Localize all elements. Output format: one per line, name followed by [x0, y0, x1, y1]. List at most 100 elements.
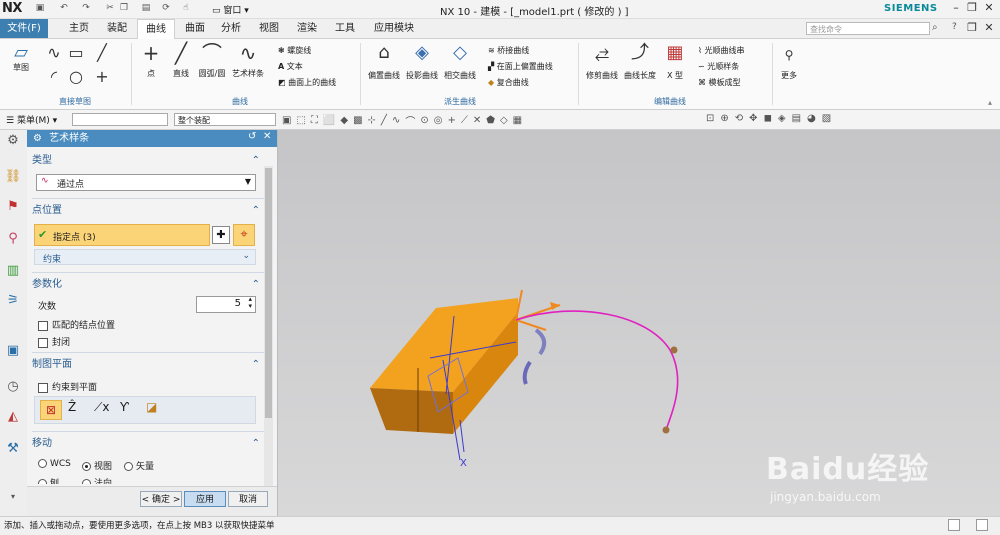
studio-spline-button[interactable]: ∿ 艺术样条 [230, 43, 266, 79]
snap-endpoint-icon[interactable]: ⊹ [368, 115, 376, 126]
arc-circle-button[interactable]: ⌒ 圆弧/圆 [196, 43, 228, 79]
move-normal-radio[interactable]: 法向 [82, 476, 112, 484]
face-icon[interactable]: ▩ [353, 115, 362, 126]
fit-view-icon[interactable]: ⊡ [706, 113, 714, 124]
filter-icon[interactable]: ▣ [282, 115, 291, 126]
bridge-curve-button[interactable]: ≋ 桥接曲线 [488, 45, 529, 56]
render-style-icon[interactable]: ◕ [807, 113, 816, 124]
doc-restore-icon[interactable]: ❐ [964, 21, 980, 35]
dialog-gear-icon[interactable]: ⚙ [33, 133, 42, 144]
smooth-spline-button[interactable]: ∽ 光顺样条 [698, 61, 739, 72]
curve-on-surface-button[interactable]: ◩ 曲面上的曲线 [278, 77, 336, 88]
more-button[interactable]: ⚲ 更多 [778, 46, 800, 81]
spline-point[interactable] [662, 426, 670, 434]
move-view-radio[interactable]: 视图 [82, 459, 112, 472]
project-curve-button[interactable]: ◈ 投影曲线 [404, 44, 440, 81]
type-section-header[interactable]: 类型 ⌃ [32, 153, 264, 169]
constraint-subsection[interactable]: 约束 ⌄ [34, 249, 256, 265]
undo-icon[interactable]: ↶ [58, 2, 70, 14]
offset-in-face-button[interactable]: ▞ 在面上偏置曲线 [488, 61, 553, 72]
tab-tools[interactable]: 工具 [332, 19, 358, 38]
tab-surface[interactable]: 曲面 [182, 19, 208, 38]
type-dropdown[interactable]: ∿ 通过点 ▼ [36, 174, 256, 191]
point-button[interactable]: + 点 [138, 43, 164, 79]
point-snap-button[interactable]: ⌖ [233, 224, 255, 246]
palette-icon[interactable]: ◭ [4, 408, 22, 426]
view-plane-button[interactable]: ⊠ [40, 400, 62, 420]
point-small-icon[interactable]: + [92, 68, 112, 86]
line-button[interactable]: ╱ 直线 [168, 43, 194, 79]
curve-length-button[interactable]: ⤴ 曲线长度 [622, 44, 658, 81]
help-icon[interactable]: ? [952, 22, 957, 32]
window-menu[interactable]: ▭ 窗口 ▾ [212, 3, 249, 16]
tab-assembly[interactable]: 装配 [104, 19, 130, 38]
match-knots-checkbox[interactable]: 匹配的结点位置 [38, 318, 115, 331]
dialog-reset-icon[interactable]: ↺ [248, 131, 256, 142]
move-vector-radio[interactable]: 矢量 [124, 459, 154, 472]
menu-button[interactable]: ☰ 菜单(M) ▾ [6, 113, 57, 126]
tab-application[interactable]: 应用模块 [368, 19, 420, 38]
template-shape-button[interactable]: ⌘ 模板成型 [698, 77, 741, 88]
snap-vertex-icon[interactable]: ◇ [500, 115, 508, 126]
snap-grid-icon[interactable]: ▦ [513, 115, 522, 126]
snap-curve-icon[interactable]: ∿ [392, 115, 400, 126]
rect-select-icon[interactable]: ⬜ [323, 115, 335, 126]
snap-center-icon[interactable]: ⊙ [420, 115, 428, 126]
xc-plane-button[interactable]: ⟋x [94, 400, 110, 415]
point-dialog-button[interactable]: ✚ [212, 226, 230, 244]
lasso-icon[interactable]: ⛶ [311, 115, 318, 126]
assembly-scope-combo[interactable]: 整个装配 [174, 113, 276, 126]
tab-analysis[interactable]: 分析 [218, 19, 244, 38]
repeat-command-icon[interactable]: ⟳ [160, 2, 172, 14]
web-browser-icon[interactable]: ⚞ [4, 292, 22, 310]
status-indicator[interactable] [948, 519, 960, 531]
tab-curve[interactable]: 曲线 [137, 19, 175, 39]
degree-spinner[interactable]: 5 ▴ ▾ [196, 296, 256, 313]
snap-line-icon[interactable]: ╱ [381, 115, 387, 126]
sketch-button[interactable]: ▱ 草图 [8, 44, 34, 73]
smooth-spline-chain-button[interactable]: ⌇ 光顺曲线串 [698, 45, 744, 56]
close-icon[interactable]: ✕ [981, 1, 997, 15]
trim-curve-button[interactable]: ⥄ 修剪曲线 [584, 44, 620, 81]
helix-button[interactable]: ❃ 螺旋线 [278, 45, 311, 56]
constraint-navigator-icon[interactable]: ⚑ [4, 198, 22, 216]
text-button[interactable]: A 文本 [278, 61, 303, 72]
snap-face-icon[interactable]: ⬟ [486, 115, 495, 126]
constrain-to-plane-checkbox[interactable]: 约束到平面 [38, 380, 97, 393]
intersect-curve-button[interactable]: ◇ 相交曲线 [442, 44, 478, 81]
move-section-header[interactable]: 移动 ⌃ [32, 436, 264, 452]
tab-render[interactable]: 渲染 [294, 19, 320, 38]
ok-button[interactable]: < 确定 > [140, 491, 182, 507]
drag-arrow[interactable] [515, 319, 547, 331]
touch-mode-icon[interactable]: ☝ [180, 2, 192, 14]
cut-icon[interactable]: ✂ [104, 2, 116, 14]
save-icon[interactable]: ▣ [34, 2, 46, 14]
zc-plane-button[interactable]: Ẑ [68, 400, 76, 414]
edge-style-icon[interactable]: ▧ [822, 113, 831, 124]
rectangle-icon[interactable]: ▭ [66, 44, 86, 62]
command-search-input[interactable]: 查找命令 [806, 22, 930, 35]
paste-icon[interactable]: ▤ [140, 2, 152, 14]
param-section-header[interactable]: 参数化 ⌃ [32, 277, 264, 293]
circle-icon[interactable]: ○ [66, 68, 86, 86]
yc-plane-button[interactable]: Ƴ [120, 400, 129, 414]
snap-tangent-icon[interactable]: ⟋ [461, 115, 468, 126]
tab-view[interactable]: 视图 [256, 19, 282, 38]
reuse-library-icon[interactable]: ▥ [4, 262, 22, 280]
copy-icon[interactable]: ❐ [118, 2, 130, 14]
rotate-handle[interactable] [522, 360, 532, 385]
move-wcs-radio[interactable]: WCS [38, 459, 71, 469]
composite-curve-button[interactable]: ◆ 复合曲线 [488, 77, 529, 88]
line-small-icon[interactable]: ╱ [92, 44, 112, 62]
rotate-icon[interactable]: ⟲ [735, 113, 743, 124]
file-menu-tab[interactable]: 文件(F) [0, 19, 48, 38]
cancel-button[interactable]: 取消 [228, 491, 268, 507]
camera-icon[interactable]: ◈ [778, 113, 786, 124]
snap-point-icon[interactable]: + [447, 115, 455, 126]
studio-spline-small-icon[interactable]: ∿ [44, 44, 64, 62]
restore-icon[interactable]: ❐ [964, 1, 980, 15]
x-form-button[interactable]: ▦ X 型 [662, 44, 688, 81]
pan-icon[interactable]: ✥ [749, 113, 757, 124]
dialog-scrollbar-thumb[interactable] [265, 168, 272, 418]
resbar-scroll-icon[interactable]: ▾ [4, 488, 22, 506]
